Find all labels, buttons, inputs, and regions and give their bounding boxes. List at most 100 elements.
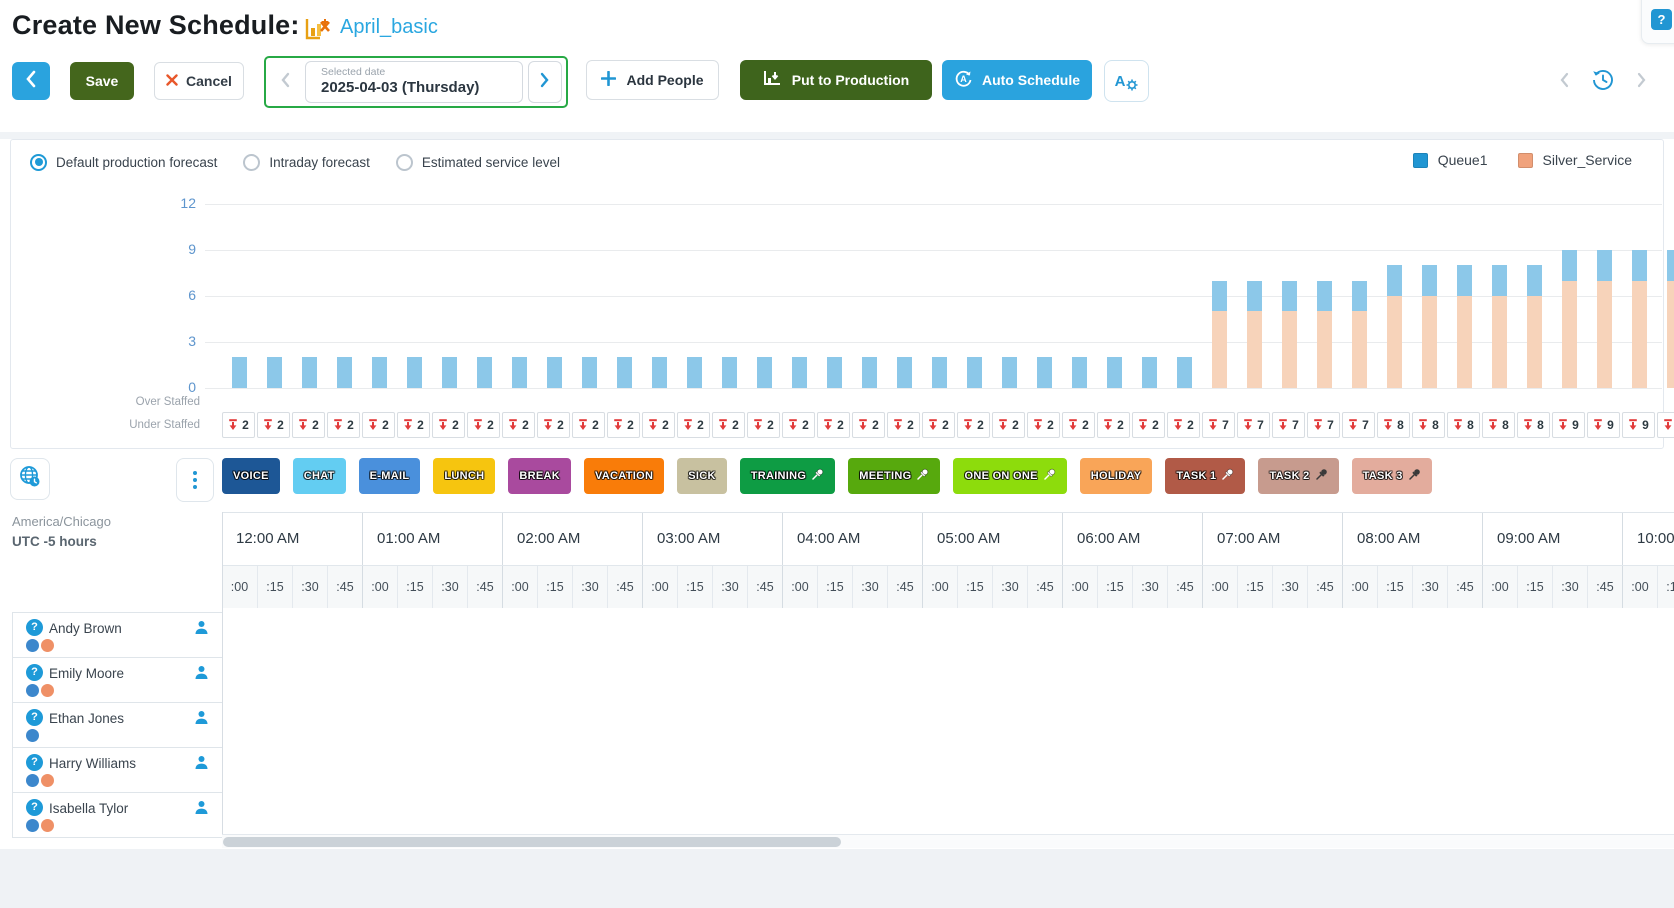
activity-button-lunch[interactable]: LUNCH bbox=[433, 458, 495, 494]
arrow-down-icon bbox=[1348, 419, 1358, 431]
employee-row[interactable]: ?Isabella Tylor bbox=[13, 793, 222, 838]
cancel-button[interactable]: Cancel bbox=[154, 62, 244, 100]
activity-button-chat[interactable]: CHAT bbox=[293, 458, 346, 494]
legend-item[interactable]: Silver_Service bbox=[1518, 152, 1632, 168]
quarter-header-cell: :00 bbox=[222, 566, 257, 608]
next-date-button[interactable] bbox=[528, 61, 562, 103]
history-previous-button[interactable] bbox=[1552, 70, 1576, 94]
under-staffed-value: 2 bbox=[487, 418, 494, 432]
forecast-option[interactable]: Estimated service level bbox=[396, 154, 560, 171]
chevron-right-icon bbox=[1637, 72, 1647, 93]
under-staffed-value: 2 bbox=[347, 418, 354, 432]
under-staffed-cell: 2 bbox=[887, 412, 920, 438]
history-button[interactable] bbox=[1589, 68, 1617, 96]
bar-segment-silver-service bbox=[1212, 311, 1227, 388]
bar-segment-queue1 bbox=[1527, 265, 1542, 296]
employee-row[interactable]: ?Harry Williams bbox=[13, 748, 222, 793]
history-next-button[interactable] bbox=[1630, 70, 1654, 94]
employee-row[interactable]: ?Emily Moore bbox=[13, 658, 222, 703]
bar-segment-queue1 bbox=[547, 357, 562, 388]
activity-button-task-3[interactable]: TASK 3 bbox=[1352, 458, 1432, 494]
arrow-down-icon bbox=[1453, 419, 1463, 431]
activity-button-training[interactable]: TRAINING bbox=[740, 458, 836, 494]
activity-button-voice[interactable]: VOICE bbox=[222, 458, 280, 494]
svg-text:A: A bbox=[960, 74, 967, 84]
under-staffed-value: 2 bbox=[277, 418, 284, 432]
under-staffed-value: 2 bbox=[697, 418, 704, 432]
hour-header-cell: 02:00 AM bbox=[502, 513, 642, 565]
horizontal-scrollbar[interactable] bbox=[222, 834, 1674, 848]
quarter-header-cell: :00 bbox=[1062, 566, 1097, 608]
activity-button-vacation[interactable]: VACATION bbox=[584, 458, 664, 494]
schedule-type-icon bbox=[305, 17, 332, 46]
chart-legend: Queue1 Silver_Service bbox=[1413, 152, 1632, 168]
quarter-header-cell: :30 bbox=[852, 566, 887, 608]
forecast-option[interactable]: Default production forecast bbox=[30, 154, 217, 171]
previous-date-button[interactable] bbox=[270, 62, 300, 102]
under-staffed-cell: 7 bbox=[1342, 412, 1375, 438]
quarter-header-cell: :15 bbox=[537, 566, 572, 608]
quarter-header-cell: :15 bbox=[1657, 566, 1674, 608]
under-staffed-value: 8 bbox=[1432, 418, 1439, 432]
person-icon[interactable] bbox=[194, 665, 209, 685]
activity-label: MEETING bbox=[859, 470, 911, 482]
status-dot bbox=[26, 819, 39, 832]
selected-date-field[interactable]: Selected date 2025-04-03 (Thursday) bbox=[305, 61, 523, 103]
under-staffed-cell: 7 bbox=[1237, 412, 1270, 438]
activity-button-e-mail[interactable]: E-MAIL bbox=[359, 458, 421, 494]
person-icon[interactable] bbox=[194, 755, 209, 775]
under-staffed-cell: 2 bbox=[222, 412, 255, 438]
put-to-production-button[interactable]: Put to Production bbox=[740, 60, 932, 100]
employee-row[interactable]: ?Ethan Jones bbox=[13, 703, 222, 748]
help-icon[interactable]: ? bbox=[1651, 9, 1672, 30]
more-options-button[interactable] bbox=[176, 458, 214, 502]
under-staffed-cell: 8 bbox=[1517, 412, 1550, 438]
activity-button-task-1[interactable]: TASK 1 bbox=[1165, 458, 1245, 494]
y-axis-tick: 3 bbox=[146, 333, 196, 349]
auto-schedule-settings-button[interactable]: A bbox=[1104, 60, 1149, 102]
arrow-down-icon bbox=[1628, 419, 1638, 431]
activity-button-sick[interactable]: SICK bbox=[677, 458, 726, 494]
activity-button-one-on-one[interactable]: ONE ON ONE bbox=[953, 458, 1066, 494]
activity-button-task-2[interactable]: TASK 2 bbox=[1258, 458, 1338, 494]
arrow-down-icon bbox=[298, 419, 308, 431]
quarter-header-cell: :45 bbox=[1447, 566, 1482, 608]
hour-header-cell: 07:00 AM bbox=[1202, 513, 1342, 565]
forecast-bars bbox=[222, 185, 1674, 440]
bar-segment-queue1 bbox=[1142, 357, 1157, 388]
activity-button-holiday[interactable]: HOLIDAY bbox=[1080, 458, 1153, 494]
quarter-header-cell: :45 bbox=[327, 566, 362, 608]
quarter-header-cell: :30 bbox=[1272, 566, 1307, 608]
activity-button-break[interactable]: BREAK bbox=[508, 458, 571, 494]
scrollbar-thumb[interactable] bbox=[223, 837, 841, 847]
timezone-button[interactable] bbox=[10, 458, 50, 500]
forecast-option[interactable]: Intraday forecast bbox=[243, 154, 370, 171]
quarter-header-cell: :00 bbox=[502, 566, 537, 608]
arrow-down-icon bbox=[648, 419, 658, 431]
bar-segment-queue1 bbox=[302, 357, 317, 388]
radio-icon bbox=[30, 154, 47, 171]
radio-icon bbox=[243, 154, 260, 171]
status-dot bbox=[41, 639, 54, 652]
arrow-down-icon bbox=[928, 419, 938, 431]
page-title: Create New Schedule: bbox=[12, 10, 300, 41]
person-icon bbox=[194, 710, 209, 725]
add-people-button[interactable]: Add People bbox=[586, 60, 719, 100]
person-icon[interactable] bbox=[194, 800, 209, 820]
legend-item[interactable]: Queue1 bbox=[1413, 152, 1488, 168]
under-staffed-value: 2 bbox=[312, 418, 319, 432]
auto-schedule-button[interactable]: A Auto Schedule bbox=[942, 60, 1092, 100]
bar-segment-queue1 bbox=[1422, 265, 1437, 296]
quarter-header-cell: :15 bbox=[1517, 566, 1552, 608]
radio-icon bbox=[396, 154, 413, 171]
back-button[interactable] bbox=[12, 62, 50, 100]
bar-segment-silver-service bbox=[1457, 296, 1472, 388]
activity-button-meeting[interactable]: MEETING bbox=[848, 458, 940, 494]
under-staffed-value: 8 bbox=[1537, 418, 1544, 432]
person-icon[interactable] bbox=[194, 620, 209, 640]
employee-row[interactable]: ?Andy Brown bbox=[13, 613, 222, 658]
under-staffed-value: 9 bbox=[1607, 418, 1614, 432]
save-button[interactable]: Save bbox=[70, 62, 134, 100]
under-staffed-cell: 2 bbox=[817, 412, 850, 438]
person-icon[interactable] bbox=[194, 710, 209, 730]
